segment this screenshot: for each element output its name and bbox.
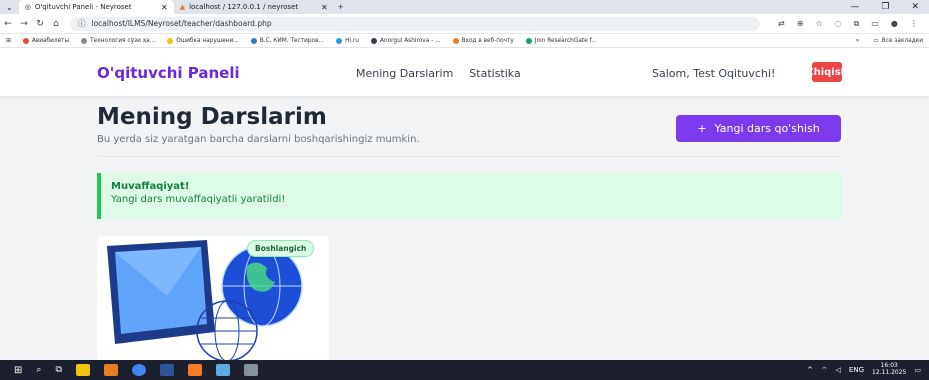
bookmark-item[interactable]: Вход в веб-почту	[452, 37, 514, 44]
phpmyadmin-icon: ▲	[179, 3, 186, 11]
more-bookmarks-button[interactable]: »	[856, 38, 860, 44]
url-text: localhost/ILMS/Neyroset/teacher/dashboar…	[91, 19, 272, 28]
file-explorer-icon[interactable]	[75, 364, 90, 376]
new-tab-button[interactable]: +	[334, 3, 344, 11]
restore-icon[interactable]: ❐	[881, 2, 889, 12]
bookmark-favicon-icon	[167, 37, 174, 44]
bookmark-favicon-icon	[336, 37, 343, 44]
url-input[interactable]: ⓘ localhost/ILMS/Neyroset/teacher/dashbo…	[70, 16, 760, 31]
bookmark-item[interactable]: Anorgul Ashirova - ...	[370, 37, 441, 44]
language-indicator[interactable]: ENG	[849, 366, 864, 374]
folder-icon: ▭	[873, 37, 879, 44]
close-window-icon[interactable]: ✕	[911, 2, 919, 12]
bookmark-label: Hi.ru	[345, 37, 359, 44]
back-icon[interactable]: ←	[0, 19, 16, 29]
alert-title: Muvaffaqiyat!	[111, 181, 190, 192]
nav-my-lessons[interactable]: Mening Darslarim	[356, 67, 453, 80]
extensions-puzzle-icon[interactable]: ⧉	[854, 19, 860, 29]
bookmark-item[interactable]: Join ResearchGate f...	[525, 37, 597, 44]
bookmark-item[interactable]: Авиабилеты	[22, 37, 70, 44]
bookmark-favicon-icon	[81, 37, 88, 44]
tab-teacher-panel[interactable]: ◎ O'qituvchi Paneli - Neyroset ✕	[18, 0, 174, 14]
bookmark-item[interactable]: Технология cўзи ҳа...	[81, 37, 156, 44]
bookmark-favicon-icon	[250, 37, 257, 44]
menu-kebab-icon[interactable]: ⋮	[910, 19, 918, 29]
close-tab-icon[interactable]: ✕	[161, 3, 168, 12]
alert-message: Yangi dars muvaffaqiyatli yaratildi!	[111, 194, 286, 205]
gallery-app-icon[interactable]	[103, 364, 118, 376]
extension-icon[interactable]: ◌	[835, 19, 842, 29]
nav-statistics[interactable]: Statistika	[469, 67, 520, 80]
site-info-icon[interactable]: ⓘ	[78, 18, 86, 29]
bookmark-label: В.С. КИМ. Тестиров...	[259, 37, 325, 44]
zoom-icon[interactable]: ⊕	[797, 19, 804, 29]
clock-date: 12.11.2025	[872, 369, 907, 376]
tab-list-chevron-icon[interactable]: ⌄	[0, 3, 19, 12]
address-bar-row: ← → ↻ ⌂ ⓘ localhost/ILMS/Neyroset/teache…	[0, 14, 929, 34]
bookmark-label: Технология cўзи ҳа...	[90, 37, 156, 44]
bookmark-favicon-icon	[525, 37, 532, 44]
profile-icon[interactable]: ●	[891, 19, 898, 29]
close-tab-icon[interactable]: ✕	[321, 3, 328, 12]
bookmark-label: Ошибка нарушени...	[176, 37, 239, 44]
tab-title: O'qituvchi Paneli - Neyroset	[34, 3, 132, 11]
translate-icon[interactable]: ⇄	[778, 19, 785, 29]
divider	[97, 156, 842, 157]
bookmark-item[interactable]: В.С. КИМ. Тестиров...	[250, 37, 325, 44]
user-greeting: Salom, Test Oqituvchi!	[652, 67, 776, 80]
sidebar-icon[interactable]: ▭	[871, 19, 879, 29]
bookmark-star-icon[interactable]: ☆	[815, 19, 822, 29]
home-icon[interactable]: ⌂	[48, 19, 64, 29]
app-icon[interactable]	[243, 364, 258, 376]
reload-icon[interactable]: ↻	[32, 19, 48, 29]
notifications-icon[interactable]: ▭	[914, 366, 921, 374]
bookmark-item[interactable]: Hi.ru	[336, 37, 359, 44]
xampp-icon[interactable]	[187, 364, 202, 376]
tray-chevron-icon[interactable]: ^	[807, 366, 813, 374]
minimize-icon[interactable]: —	[850, 2, 859, 12]
all-bookmarks-label: Все закладки	[881, 37, 923, 44]
page-subtitle: Bu yerda siz yaratgan barcha darslarni b…	[97, 134, 420, 145]
notes-app-icon[interactable]	[215, 364, 230, 376]
os-taskbar: ⊞ ⌕ ⧉ ^ ⌔ ◁ ENG 16:03 12.11.2025 ▭	[0, 360, 929, 380]
volume-icon[interactable]: ◁	[836, 366, 841, 374]
page-title: Mening Darslarim	[97, 104, 327, 130]
app-header: O'qituvchi Paneli Mening Darslarim Stati…	[0, 48, 929, 96]
tab-title: localhost / 127.0.0.1 / neyroset	[189, 3, 299, 11]
clock[interactable]: 16:03 12.11.2025	[872, 363, 906, 376]
search-icon[interactable]: ⌕	[36, 365, 41, 375]
logout-button[interactable]: Chiqish	[806, 62, 848, 82]
forward-icon[interactable]: →	[16, 19, 32, 29]
bookmark-label: Join ResearchGate f...	[534, 37, 597, 44]
bookmark-favicon-icon	[370, 37, 377, 44]
all-bookmarks-button[interactable]: ▭ Все закладки	[873, 38, 923, 44]
task-view-icon[interactable]: ⧉	[55, 365, 61, 375]
success-alert: Muvaffaqiyat! Yangi dars muvaffaqiyatli …	[97, 173, 842, 219]
bookmark-label: Авиабилеты	[31, 37, 70, 44]
plus-icon: +	[697, 122, 707, 135]
bookmark-favicon-icon	[452, 37, 459, 44]
tab-phpmyadmin[interactable]: ▲ localhost / 127.0.0.1 / neyroset ✕	[174, 0, 334, 14]
network-icon[interactable]: ⌔	[821, 366, 828, 375]
lesson-card[interactable]: Boshlangich	[97, 236, 329, 360]
bookmark-favicon-icon	[22, 37, 29, 44]
word-icon[interactable]	[159, 364, 174, 376]
level-badge: Boshlangich	[247, 240, 315, 257]
apps-grid-icon[interactable]: ⊞	[6, 38, 11, 44]
add-lesson-button[interactable]: + Yangi dars qo'shish	[676, 115, 841, 142]
add-lesson-label: Yangi dars qo'shish	[714, 122, 820, 135]
bookmark-item[interactable]: Ошибка нарушени...	[167, 37, 239, 44]
browser-tab-bar: ⌄ ◎ O'qituvchi Paneli - Neyroset ✕ ▲ loc…	[0, 0, 929, 14]
chrome-icon[interactable]	[131, 364, 146, 376]
globe-icon: ◎	[24, 3, 31, 11]
windows-start-icon[interactable]: ⊞	[14, 365, 22, 376]
main-nav: Mening Darslarim Statistika	[356, 67, 521, 80]
brand-title[interactable]: O'qituvchi Paneli	[97, 64, 240, 82]
bookmark-label: Anorgul Ashirova - ...	[379, 37, 441, 44]
bookmarks-bar: ⊞ Авиабилеты Технология cўзи ҳа... Ошибк…	[0, 34, 929, 48]
bookmark-label: Вход в веб-почту	[461, 37, 514, 44]
